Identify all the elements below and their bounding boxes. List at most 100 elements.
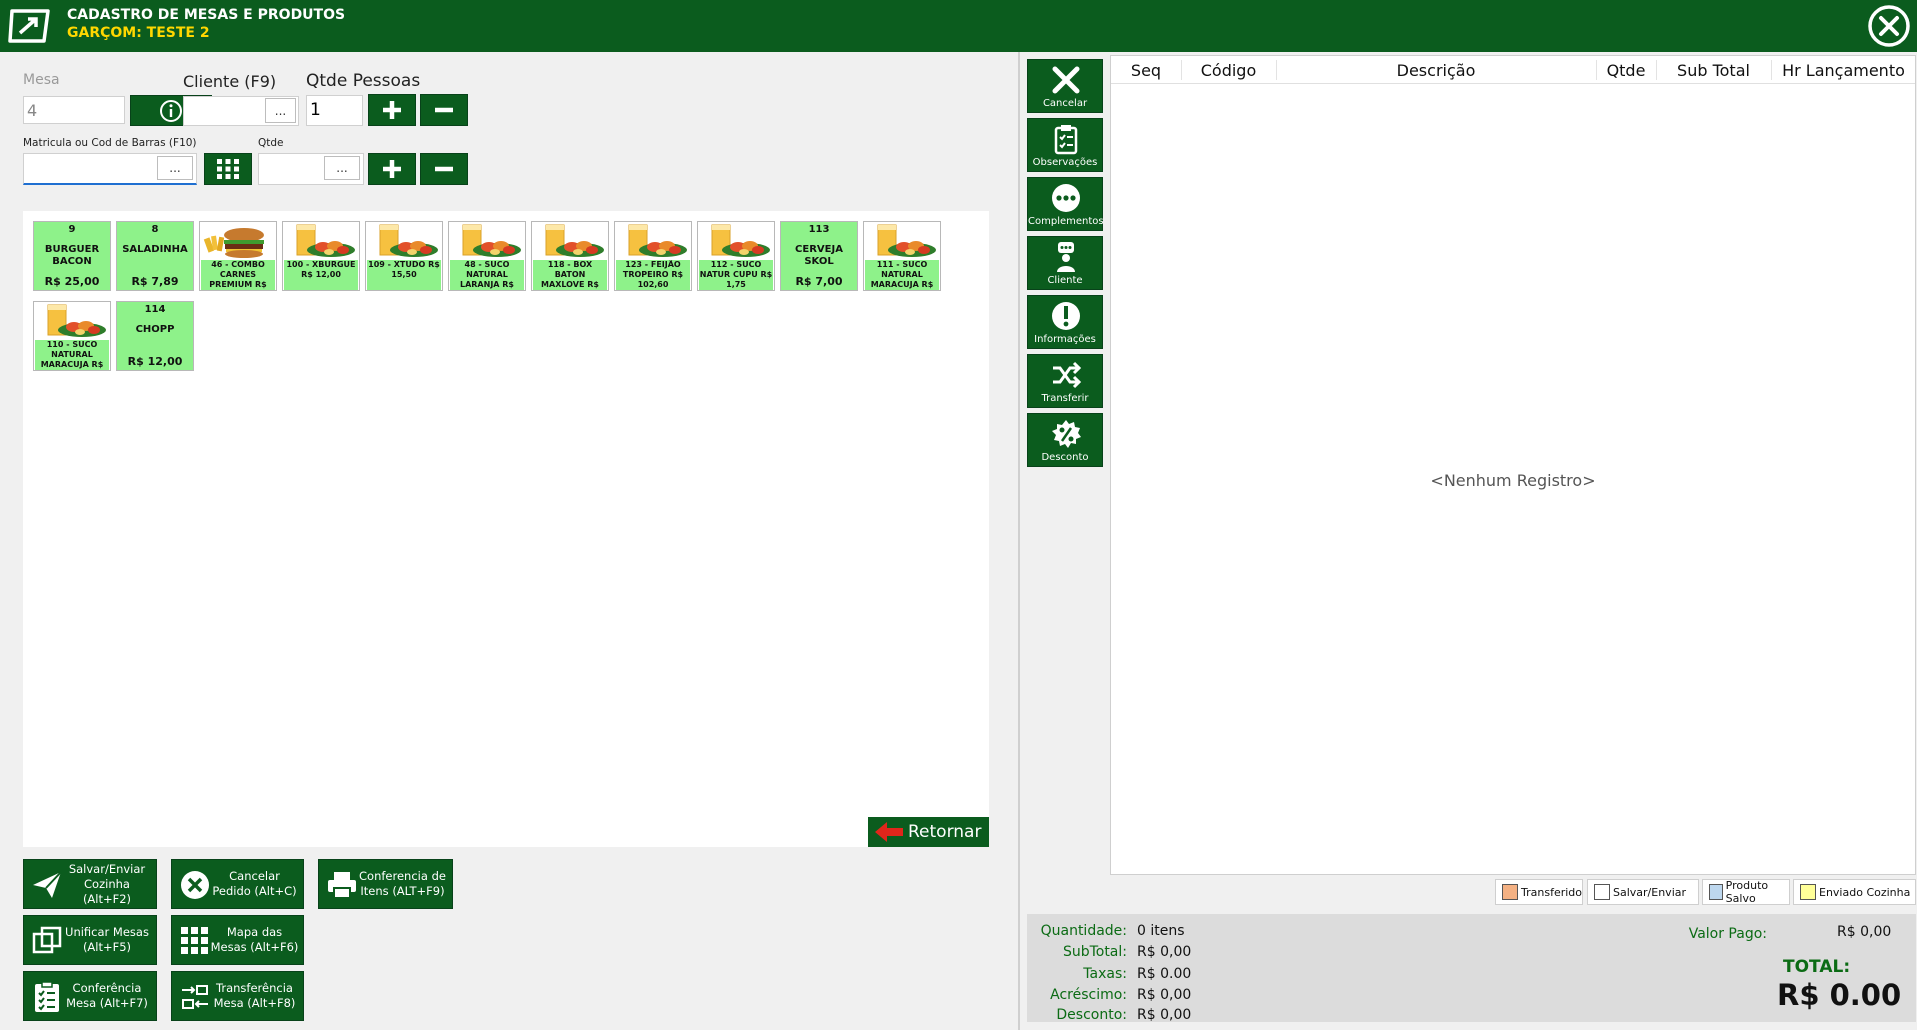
qtde-pessoas-plus-button[interactable] — [368, 94, 416, 126]
column-separator — [1656, 60, 1657, 80]
side-button-label: Desconto — [1041, 452, 1089, 463]
product-caption: 46 - COMBO CARNES PREMIUM R$ 38,00 — [201, 260, 275, 290]
informacoes-button[interactable]: Informações — [1027, 295, 1103, 349]
close-icon[interactable] — [1867, 4, 1911, 48]
person-icon — [1057, 242, 1075, 272]
conferencia-mesa-button[interactable]: Conferência Mesa (Alt+F7) — [23, 971, 157, 1021]
product-tile[interactable]: 8 SALADINHA R$ 7,89 — [116, 221, 194, 291]
valor-pago-label: Valor Pago: — [1688, 926, 1767, 942]
qtde-pessoas-label: Qtde Pessoas — [306, 71, 421, 91]
side-button-label: Informações — [1034, 334, 1096, 345]
product-image — [200, 222, 276, 260]
retornar-label: Retornar — [908, 822, 982, 842]
x-icon — [1052, 66, 1080, 94]
observacoes-button[interactable]: Observações — [1027, 118, 1103, 172]
qtde-pessoas-input[interactable]: 1 — [306, 95, 363, 126]
product-image — [283, 222, 359, 260]
product-price: R$ 12,00 — [127, 355, 183, 368]
column-header[interactable]: Seq — [1111, 61, 1181, 80]
keypad-grid-icon — [217, 159, 239, 179]
retornar-button[interactable]: Retornar — [868, 817, 989, 847]
product-tile[interactable]: 114 CHOPP R$ 12,00 — [116, 301, 194, 371]
ellipsis-icon — [1052, 184, 1080, 212]
column-header[interactable]: Sub Total — [1656, 61, 1771, 80]
legend-label: Enviado Cozinha — [1819, 885, 1911, 899]
qtde-minus-button[interactable] — [420, 153, 468, 185]
desconto-value: R$ 0,00 — [1137, 1007, 1192, 1023]
product-name: CHOPP — [135, 324, 175, 335]
product-tile[interactable]: 123 - FEIJÃO TROPEIRO R$ 102,60 — [614, 221, 692, 291]
percent-icon — [1052, 420, 1081, 448]
product-tile[interactable]: 46 - COMBO CARNES PREMIUM R$ 38,00 — [199, 221, 277, 291]
product-tile[interactable]: 48 - SUCO NATURAL LARANJA R$ 1,75 — [448, 221, 526, 291]
subtotal-value: R$ 0,00 — [1137, 944, 1192, 960]
keypad-button[interactable] — [204, 153, 252, 185]
product-image — [366, 222, 442, 260]
product-tile[interactable]: 110 - SUCO NATURAL MARACUJA R$ 1,75 — [33, 301, 111, 371]
product-caption: 111 - SUCO NATURAL MARACUJA R$ 1,75 — [865, 260, 939, 290]
quantidade-label: Quantidade: — [1040, 923, 1127, 939]
complementos-button[interactable]: Complementos — [1027, 177, 1104, 231]
action-label: Mapa das Mesas (Alt+F6) — [210, 925, 299, 954]
qtde-plus-button[interactable] — [368, 153, 416, 185]
column-header[interactable]: Hr Lançamento — [1771, 61, 1916, 80]
taxas-value: R$ 0.00 — [1137, 966, 1192, 982]
legend-item: Enviado Cozinha — [1793, 879, 1916, 905]
salvar-enviar-button[interactable]: Salvar/Enviar Cozinha (Alt+F2) — [23, 859, 157, 909]
transferir-button[interactable]: Transferir — [1027, 354, 1103, 408]
column-header[interactable]: Descrição — [1276, 61, 1596, 80]
product-caption: 100 - XBURGUE R$ 12,00 — [284, 260, 358, 290]
product-tile[interactable]: 100 - XBURGUE R$ 12,00 — [282, 221, 360, 291]
cancel-circle-icon — [181, 871, 209, 899]
legend-label: Produto Salvo — [1725, 879, 1769, 905]
column-header[interactable]: Qtde — [1596, 61, 1656, 80]
subtotal-label: SubTotal: — [1062, 944, 1127, 960]
product-tile[interactable]: 109 - XTUDO R$ 15,50 — [365, 221, 443, 291]
cliente-search-button[interactable]: ... — [265, 98, 296, 123]
product-name: CERVEJA SKOL — [795, 244, 843, 267]
order-items-table[interactable]: Seq Código Descrição Qtde Sub Total Hr Lançam… — [1110, 55, 1916, 875]
transferencia-mesa-button[interactable]: Transferência Mesa (Alt+F8) — [171, 971, 304, 1021]
minus-icon — [435, 107, 453, 113]
matricula-search-button[interactable]: ... — [157, 156, 193, 180]
product-tile[interactable]: 111 - SUCO NATURAL MARACUJA R$ 1,75 — [863, 221, 941, 291]
legend-swatch — [1800, 884, 1816, 900]
column-header[interactable]: Código — [1181, 61, 1276, 80]
cancelar-button[interactable]: Cancelar — [1027, 59, 1103, 113]
qtde-pessoas-minus-button[interactable] — [420, 94, 468, 126]
total-label: TOTAL: — [1783, 957, 1851, 977]
product-tile[interactable]: 112 - SUCO NATUR CUPU R$ 1,75 — [697, 221, 775, 291]
shuffle-icon — [1053, 361, 1082, 389]
product-caption: 123 - FEIJÃO TROPEIRO R$ 102,60 — [616, 260, 690, 290]
desconto-button[interactable]: Desconto — [1027, 413, 1103, 467]
action-label: Conferência Mesa (Alt+F7) — [66, 981, 148, 1010]
column-separator — [1771, 60, 1772, 80]
app-logo-icon — [8, 9, 50, 43]
side-button-label: Cliente — [1047, 275, 1083, 286]
empty-message: <Nenhum Registro> — [1430, 471, 1596, 490]
cliente-button[interactable]: Cliente — [1027, 236, 1103, 290]
waiter-subtitle: GARÇOM: TESTE 2 — [67, 25, 210, 41]
unificar-mesas-button[interactable]: Unificar Mesas (Alt+F5) — [23, 915, 157, 965]
mesa-field[interactable]: 4 — [23, 96, 125, 124]
title-bar: CADASTRO DE MESAS E PRODUTOS GARÇOM: TES… — [0, 0, 1917, 52]
mesa-value: 4 — [27, 101, 38, 120]
acrescimo-value: R$ 0,00 — [1137, 987, 1192, 1003]
window-title: CADASTRO DE MESAS E PRODUTOS — [67, 7, 346, 23]
conferencia-itens-button[interactable]: Conferencia de Itens (ALT+F9) — [318, 859, 453, 909]
cancelar-pedido-button[interactable]: Cancelar Pedido (Alt+C) — [171, 859, 304, 909]
qtde-search-button[interactable]: ... — [324, 156, 360, 180]
acrescimo-label: Acréscimo: — [1050, 987, 1127, 1003]
action-label: Unificar Mesas (Alt+F5) — [65, 925, 149, 954]
side-button-label: Observações — [1032, 157, 1098, 168]
product-tile[interactable]: 9 BURGUER BACON R$ 25,00 — [33, 221, 111, 291]
mapa-mesas-button[interactable]: Mapa das Mesas (Alt+F6) — [171, 915, 304, 965]
product-price: R$ 7,89 — [131, 275, 179, 288]
merge-icon — [32, 926, 62, 954]
product-tile[interactable]: 118 - BOX BATON MAXLOVE R$ 36,00 — [531, 221, 609, 291]
column-separator — [1276, 60, 1277, 80]
product-tile[interactable]: 113 CERVEJA SKOL R$ 7,00 — [780, 221, 858, 291]
valor-pago-value: R$ 0,00 — [1837, 924, 1892, 940]
product-price: R$ 7,00 — [795, 275, 843, 288]
info-icon — [160, 99, 182, 122]
